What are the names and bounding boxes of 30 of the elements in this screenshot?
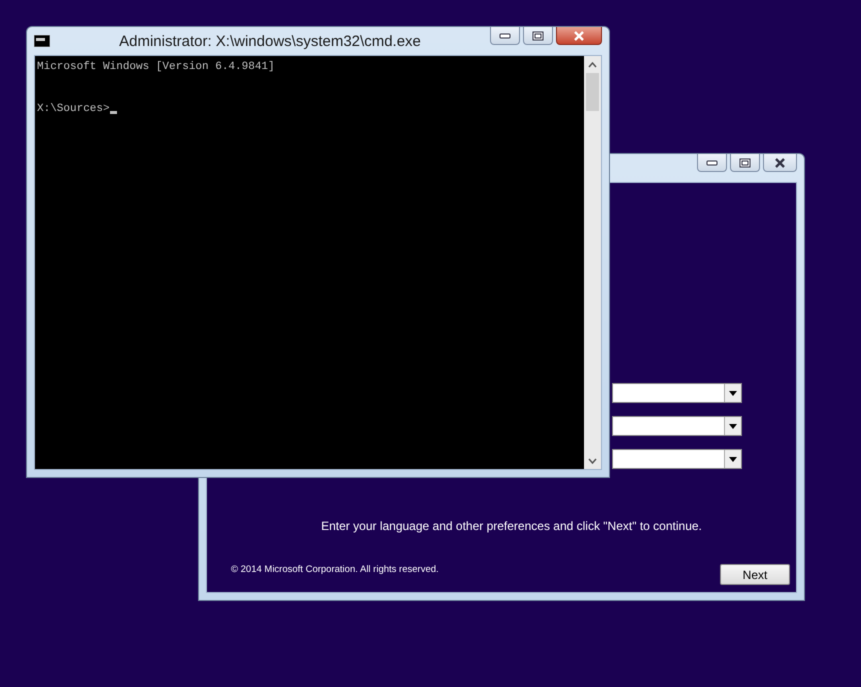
scroll-thumb[interactable]	[586, 73, 599, 111]
maximize-icon	[532, 30, 544, 40]
scroll-up-icon[interactable]	[588, 62, 597, 68]
dropdown[interactable]	[612, 416, 742, 436]
next-button[interactable]: Next	[720, 564, 790, 585]
maximize-button[interactable]	[730, 154, 760, 172]
scrollbar[interactable]	[584, 56, 601, 469]
minimize-button[interactable]	[490, 27, 520, 45]
text-cursor	[110, 111, 117, 114]
window-title: Administrator: X:\windows\system32\cmd.exe	[118, 32, 422, 50]
caret-icon	[729, 424, 737, 428]
dropdown[interactable]	[612, 449, 742, 469]
dropdown[interactable]	[612, 383, 742, 403]
console-icon	[34, 35, 50, 47]
close-icon	[573, 30, 585, 40]
console-line: Microsoft Windows [Version 6.4.9841]	[37, 60, 276, 74]
copyright-text: © 2014 Microsoft Corporation. All rights reserved.	[231, 564, 439, 575]
minimize-icon	[499, 32, 511, 38]
instruction-text: Enter your language and other preferences and click "Next" to continue.	[320, 519, 703, 533]
maximize-icon	[739, 158, 751, 168]
close-icon	[774, 158, 786, 168]
close-button[interactable]	[556, 27, 602, 45]
caret-icon	[729, 390, 737, 396]
minimize-icon	[706, 160, 718, 166]
command-prompt: X:\Sources>	[37, 102, 110, 116]
close-button[interactable]	[763, 154, 797, 172]
scroll-down-icon[interactable]	[588, 458, 597, 464]
maximize-button[interactable]	[523, 27, 553, 45]
caret-icon	[729, 456, 737, 462]
minimize-button[interactable]	[697, 154, 727, 172]
